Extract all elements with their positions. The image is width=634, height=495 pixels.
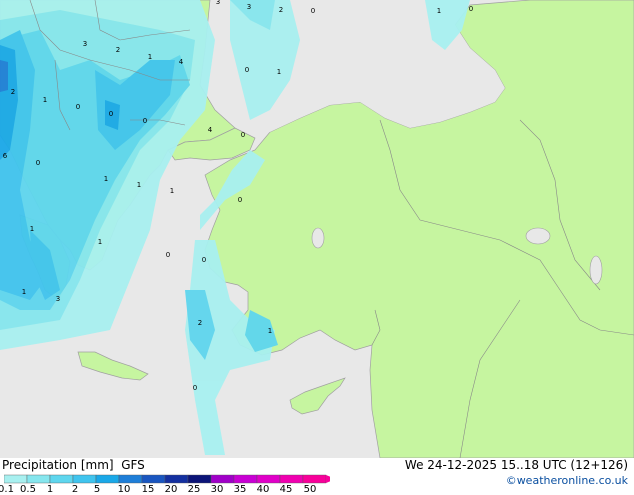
map-title: Precipitation [mm] GFS — [2, 458, 145, 472]
color-scale-swatch — [26, 474, 51, 484]
lake-van — [525, 227, 551, 245]
precip-value-label: 0 — [76, 103, 80, 111]
precip-value-label: 1 — [43, 96, 47, 104]
color-scale-swatch — [233, 474, 258, 484]
precip-value-label: 2 — [198, 319, 202, 327]
color-scale-tick-label: 20 — [164, 484, 178, 495]
lake-urmia — [589, 255, 603, 285]
color-scale-swatch — [141, 474, 166, 484]
precip-value-label: 0 — [238, 196, 242, 204]
precip-value-label: 1 — [170, 187, 174, 195]
color-scale-swatch — [4, 474, 28, 484]
color-scale-swatch — [210, 474, 235, 484]
color-scale-tick-label: 5 — [93, 484, 101, 495]
precip-value-label: 2 — [11, 88, 15, 96]
precip-value-label: 3 — [216, 0, 220, 6]
precip-value-label: 4 — [179, 58, 184, 66]
precip-value-label: 2 — [116, 46, 120, 54]
precip-value-label: 1 — [22, 288, 26, 296]
precip-value-label: 2 — [279, 6, 283, 14]
credit-link[interactable]: ©weatheronline.co.uk — [506, 474, 628, 488]
color-scale-tick-label: 50 — [303, 484, 317, 495]
precip-value-label: 1 — [268, 327, 272, 335]
precip-value-label: 3 — [247, 3, 251, 11]
color-scale-swatch — [118, 474, 143, 484]
lake-tuz — [311, 227, 325, 249]
valid-time: We 24-12-2025 15..18 UTC (12+126) — [404, 458, 628, 472]
precipitation-map: 3 3 2 0 1 0 3 2 1 4 0 1 2 1 0 0 0 4 0 6 0 1 1 1 0 1 1 0 0 1 3 2 1 0 — [0, 0, 634, 458]
color-scale-tick-label: 35 — [233, 484, 247, 495]
precip-value-label: 6 — [3, 152, 8, 160]
precip-value-label: 0 — [166, 251, 170, 259]
color-scale-arrow — [326, 475, 330, 483]
color-scale-swatch — [302, 474, 327, 484]
precip-value-label: 0 — [469, 5, 473, 13]
precip-value-label: 3 — [83, 40, 87, 48]
color-scale-swatch — [95, 474, 120, 484]
color-scale-tick-label: 2 — [71, 484, 79, 495]
precip-value-label: 0 — [143, 117, 147, 125]
precip-value-label: 1 — [277, 68, 281, 76]
color-scale-tick-label: 40 — [256, 484, 270, 495]
precip-value-label: 0 — [241, 131, 245, 139]
color-scale-swatch — [187, 474, 212, 484]
precip-value-label: 1 — [437, 7, 441, 15]
color-scale-tick-label: 0.1 — [0, 484, 14, 495]
color-scale-swatch — [49, 474, 74, 484]
weather-map-view: 3320103214012100040601110110013210 Preci… — [0, 0, 634, 495]
precip-value-label: 1 — [104, 175, 108, 183]
precip-value-label: 0 — [202, 256, 206, 264]
color-scale-tick-label: 25 — [187, 484, 201, 495]
color-scale-swatch — [164, 474, 189, 484]
color-scale-swatch — [279, 474, 304, 484]
map-footer: Precipitation [mm] GFS We 24-12-2025 15.… — [0, 458, 634, 495]
precip-value-label: 3 — [56, 295, 60, 303]
precip-value-label: 0 — [36, 159, 40, 167]
color-scale-swatch — [72, 474, 97, 484]
precip-value-label: 1 — [30, 225, 34, 233]
precip-value-label: 0 — [193, 384, 197, 392]
precip-value-label: 1 — [148, 53, 152, 61]
precip-value-label: 0 — [109, 110, 113, 118]
color-scale-tick-label: 10 — [117, 484, 131, 495]
color-scale-tick-label: 30 — [210, 484, 224, 495]
precip-value-label: 1 — [98, 238, 102, 246]
color-scale-swatch — [256, 474, 281, 484]
precip-value-label: 1 — [137, 181, 141, 189]
color-scale-tick-label: 0.5 — [20, 484, 36, 495]
color-scale-tick-label: 45 — [279, 484, 293, 495]
precip-value-label: 0 — [311, 7, 315, 15]
precip-value-label: 4 — [208, 126, 213, 134]
precip-value-label: 0 — [245, 66, 249, 74]
color-scale-tick-label: 1 — [46, 484, 54, 495]
color-scale-tick-label: 15 — [141, 484, 155, 495]
